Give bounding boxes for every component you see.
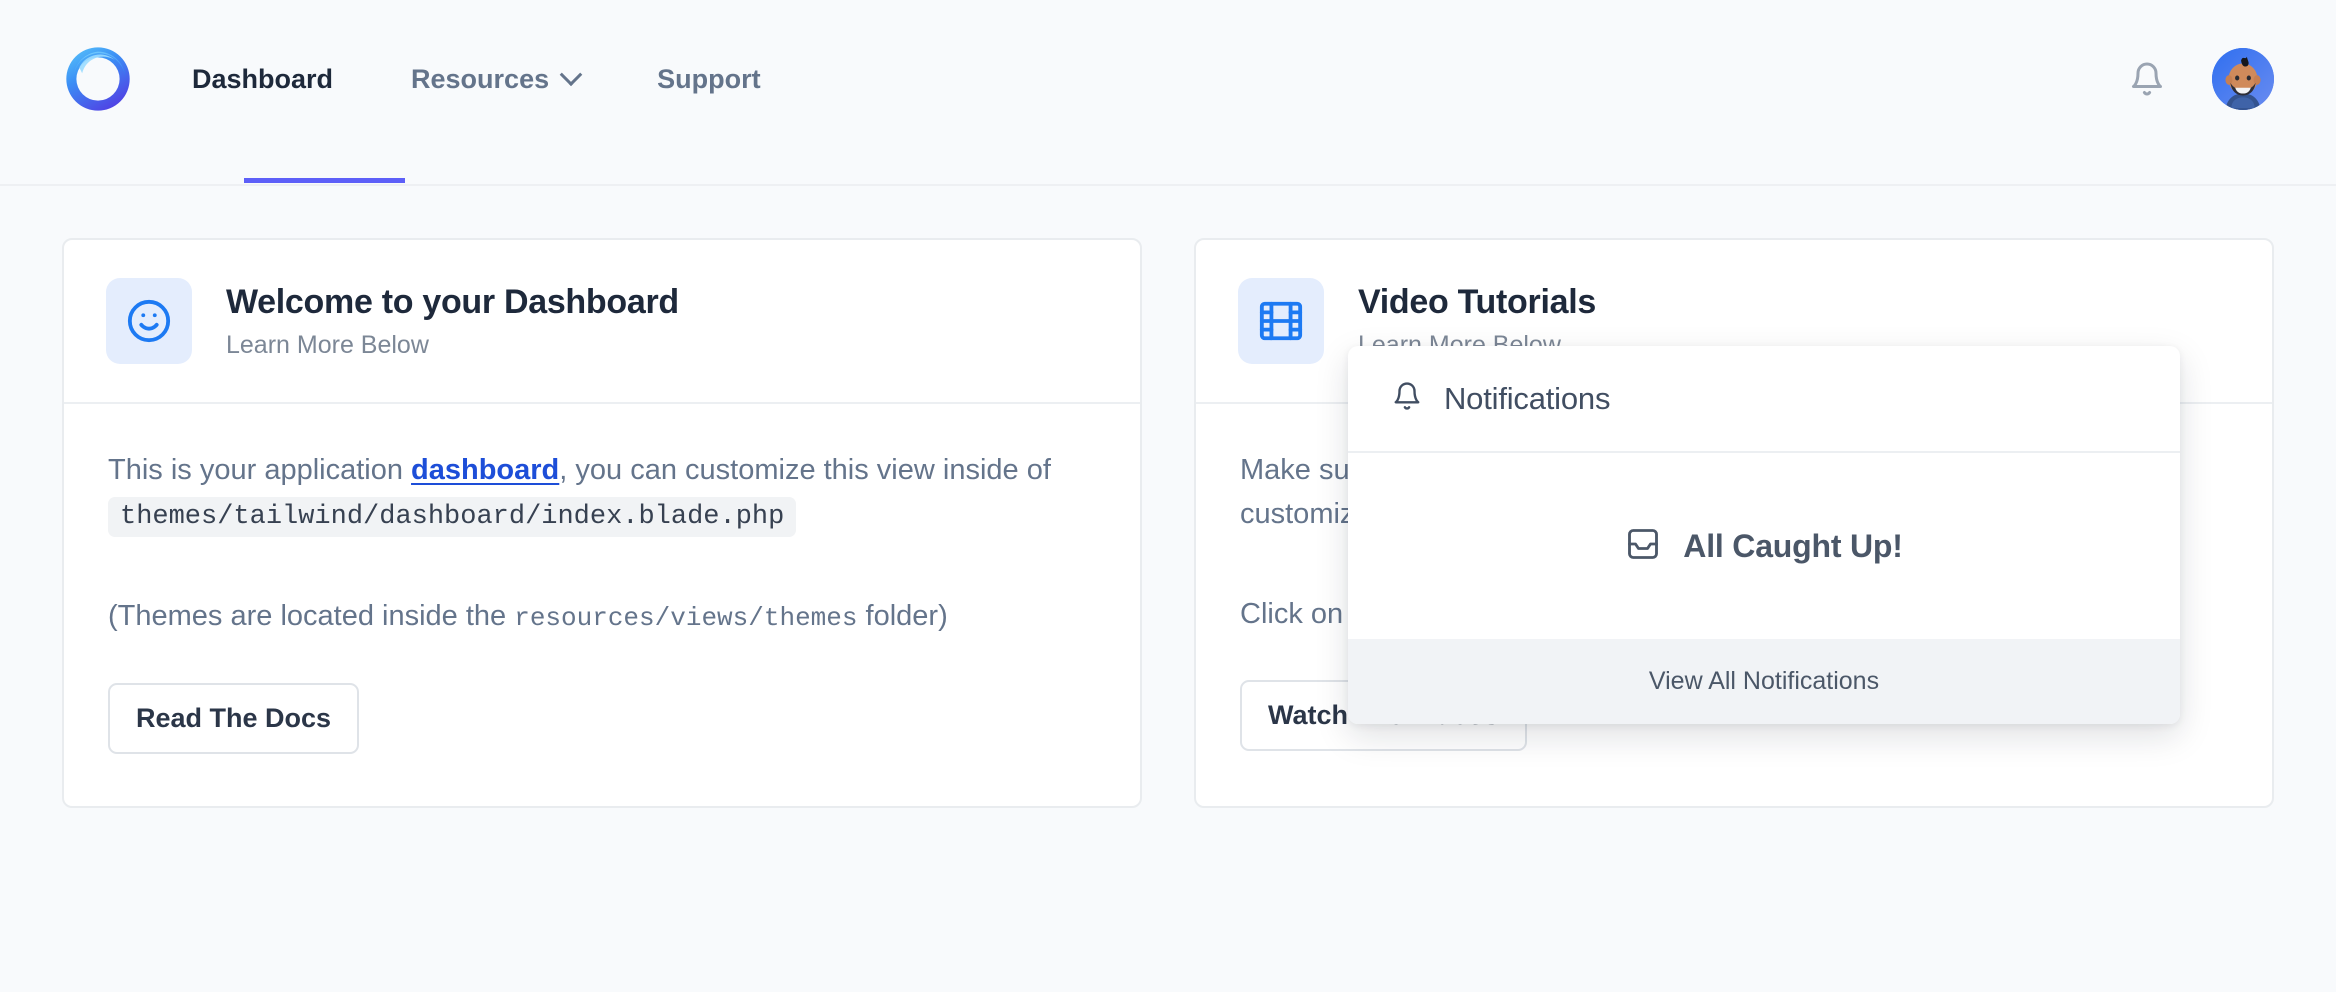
- welcome-p1-before: This is your application: [108, 454, 412, 486]
- view-all-notifications-button[interactable]: View All Notifications: [1348, 639, 2180, 724]
- nav-label-resources: Resources: [411, 63, 550, 94]
- nav-item-support[interactable]: Support: [657, 64, 760, 95]
- nav-label-support: Support: [657, 63, 761, 94]
- welcome-card-body: This is your application dashboard, you …: [64, 404, 1140, 806]
- theme-path-code: themes/tailwind/dashboard/index.blade.ph…: [108, 497, 797, 538]
- app-header: Dashboard Resources Support: [0, 0, 2336, 186]
- user-avatar[interactable]: [2212, 48, 2274, 110]
- film-strip-icon: [1238, 278, 1324, 364]
- header-actions: [2126, 48, 2274, 110]
- chevron-down-icon: [559, 63, 583, 87]
- welcome-card-titles: Welcome to your Dashboard Learn More Bel…: [226, 281, 679, 361]
- notifications-bell-button[interactable]: [2126, 56, 2168, 102]
- smiley-face-icon: [106, 278, 192, 364]
- read-the-docs-button[interactable]: Read The Docs: [108, 682, 360, 754]
- themes-folder-code: resources/views/themes: [514, 603, 858, 634]
- inbox-icon: [1625, 526, 1661, 567]
- notifications-empty-state: All Caught Up!: [1348, 453, 2180, 639]
- welcome-card-title: Welcome to your Dashboard: [226, 283, 679, 322]
- notifications-dropdown-header: Notifications: [1348, 346, 2180, 453]
- welcome-card-subtitle: Learn More Below: [226, 330, 429, 359]
- welcome-p2-before: (Themes are located inside the: [108, 600, 515, 633]
- nav-item-dashboard[interactable]: Dashboard: [192, 64, 333, 95]
- welcome-card-header: Welcome to your Dashboard Learn More Bel…: [64, 240, 1140, 404]
- wave-logo[interactable]: [62, 43, 134, 115]
- notifications-dropdown: Notifications All Caught Up! View All No…: [1348, 346, 2180, 724]
- nav-item-resources[interactable]: Resources: [411, 63, 583, 95]
- header-inner: Dashboard Resources Support: [62, 0, 2274, 186]
- nav-label-dashboard: Dashboard: [192, 63, 334, 94]
- bell-icon: [1392, 380, 1422, 417]
- welcome-paragraph-1: This is your application dashboard, you …: [108, 448, 1096, 538]
- welcome-card: Welcome to your Dashboard Learn More Bel…: [62, 238, 1142, 808]
- welcome-p2-after: folder): [857, 600, 948, 633]
- main-content: Welcome to your Dashboard Learn More Bel…: [0, 186, 2336, 808]
- all-caught-up-text: All Caught Up!: [1683, 527, 1903, 564]
- active-tab-underline: [244, 178, 405, 183]
- welcome-p1-after: , you can customize this view inside of: [559, 454, 1051, 486]
- notifications-title: Notifications: [1444, 380, 1611, 416]
- welcome-paragraph-2: (Themes are located inside the resources…: [108, 594, 1096, 639]
- video-card-title: Video Tutorials: [1358, 283, 1596, 322]
- main-navigation: Dashboard Resources Support: [192, 0, 761, 172]
- dashboard-link[interactable]: dashboard: [411, 454, 559, 486]
